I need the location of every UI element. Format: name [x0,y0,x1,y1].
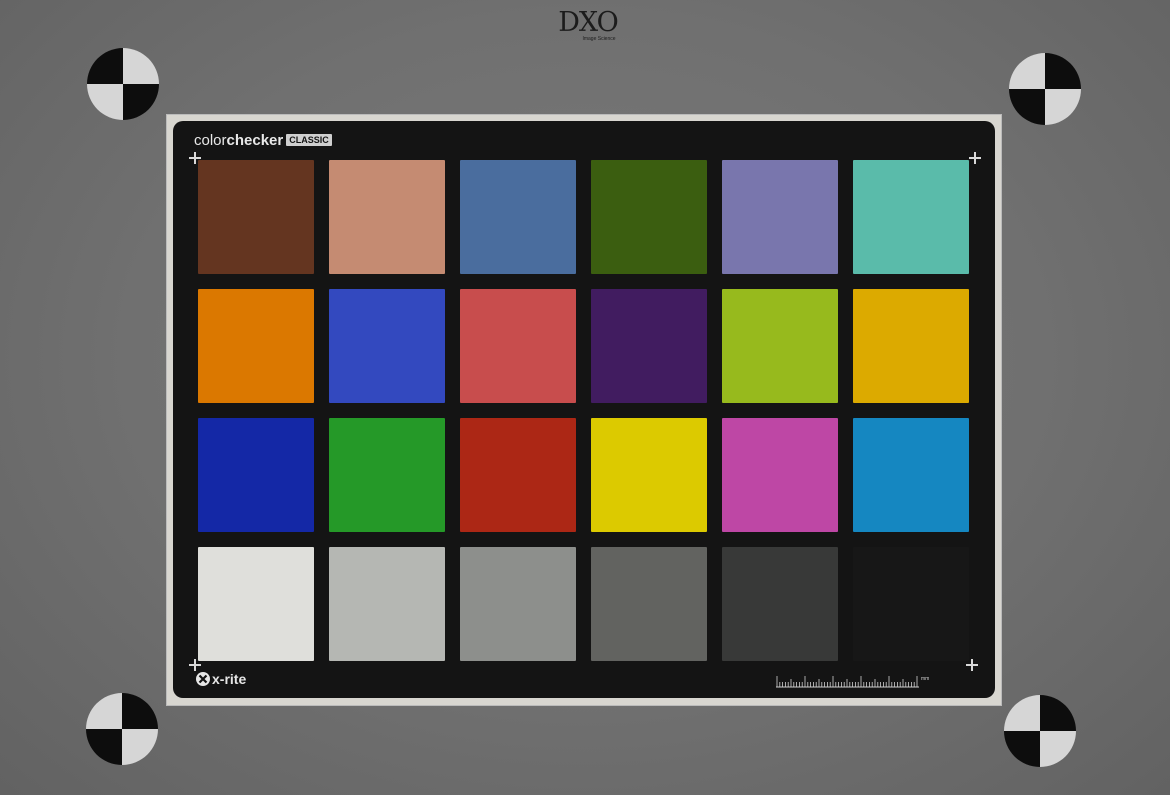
quadrant-target-icon [1004,695,1076,767]
quadrant-target-icon [1009,53,1081,125]
quadrant-target-icon [86,693,158,765]
color-patch-1 [198,160,314,274]
dxo-logo-icon: DXO Image Science [548,8,628,48]
ruler-icon [776,676,919,688]
color-patch-7 [198,289,314,403]
colorchecker-card: colorchecker CLASSIC x-rite mm [173,121,995,698]
color-patch-21 [460,547,576,661]
ruler-unit: mm [921,676,930,682]
colorchecker-brand: colorchecker CLASSIC [194,132,332,150]
color-patch-13 [198,418,314,532]
color-patch-17 [722,418,838,532]
quadrant-target-icon [87,48,159,120]
brand-light: color [194,132,227,149]
crosshair-top-right-icon [969,152,981,164]
registration-target-bottom-right [1004,695,1076,767]
brand-badge: CLASSIC [286,134,332,146]
color-patch-19 [198,547,314,661]
registration-target-top-right [1009,53,1081,125]
color-patch-6 [853,160,969,274]
color-patch-2 [329,160,445,274]
color-patch-18 [853,418,969,532]
registration-target-top-left [87,48,159,120]
dxo-logo-word: DXO [558,7,619,38]
color-patch-16 [591,418,707,532]
color-patch-23 [722,547,838,661]
brand-bold: checker [226,132,284,149]
color-patch-8 [329,289,445,403]
xrite-mark-icon [196,672,210,686]
color-patch-11 [722,289,838,403]
color-patch-5 [722,160,838,274]
xrite-wordmark: x-rite [212,671,247,687]
patch-grid [198,160,969,661]
color-patch-24 [853,547,969,661]
color-patch-3 [460,160,576,274]
color-patch-4 [591,160,707,274]
measurement-ruler [776,673,926,689]
color-patch-14 [329,418,445,532]
color-patch-15 [460,418,576,532]
color-patch-10 [591,289,707,403]
color-patch-12 [853,289,969,403]
xrite-logo: x-rite [196,670,246,688]
color-patch-9 [460,289,576,403]
color-patch-20 [329,547,445,661]
registration-target-bottom-left [86,693,158,765]
color-patch-22 [591,547,707,661]
